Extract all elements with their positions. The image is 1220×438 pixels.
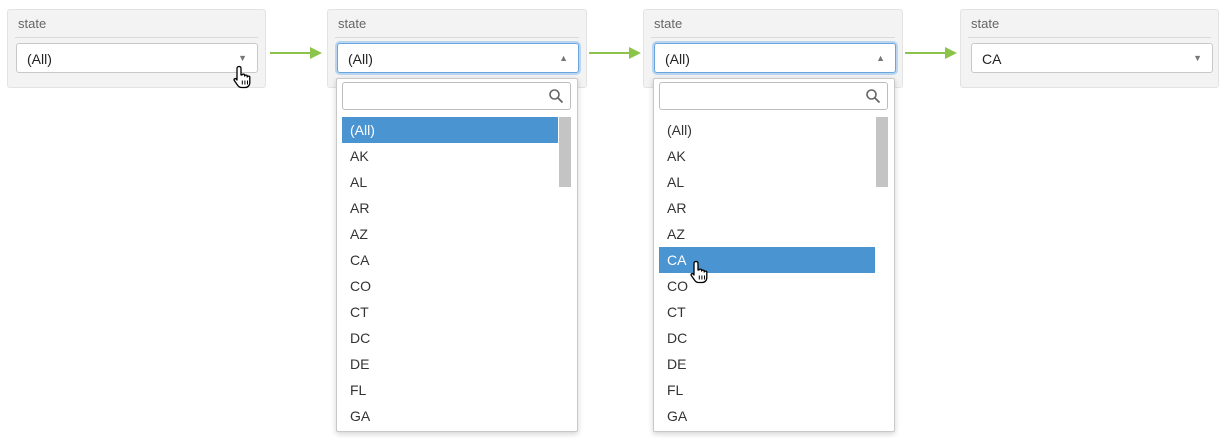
panel-label: state bbox=[971, 16, 1000, 31]
option-ak[interactable]: AK bbox=[342, 143, 558, 169]
option-ca[interactable]: CA bbox=[342, 247, 558, 273]
select-value: (All) bbox=[348, 51, 373, 67]
option-ar[interactable]: AR bbox=[342, 195, 558, 221]
search-icon bbox=[866, 89, 881, 104]
option-az[interactable]: AZ bbox=[342, 221, 558, 247]
state-dropdown-list: (All) AK AL AR AZ CA CO CT DC DE FL GA bbox=[336, 78, 578, 432]
option-all[interactable]: (All) bbox=[342, 117, 558, 143]
option-ar[interactable]: AR bbox=[659, 195, 875, 221]
state-select[interactable]: CA ▼ bbox=[971, 43, 1213, 73]
option-co[interactable]: CO bbox=[342, 273, 558, 299]
panel-divider bbox=[335, 37, 579, 38]
panel-divider bbox=[15, 37, 258, 38]
option-all[interactable]: (All) bbox=[659, 117, 875, 143]
option-ak[interactable]: AK bbox=[659, 143, 875, 169]
search-input[interactable] bbox=[342, 82, 571, 110]
search-input[interactable] bbox=[659, 82, 888, 110]
hand-pointer-cursor-icon bbox=[233, 65, 251, 89]
option-az[interactable]: AZ bbox=[659, 221, 875, 247]
caret-down-icon: ▼ bbox=[238, 53, 247, 63]
filter-panel-step-1: state (All) ▼ bbox=[7, 9, 266, 88]
option-al[interactable]: AL bbox=[659, 169, 875, 195]
select-value: (All) bbox=[27, 51, 52, 67]
option-ga[interactable]: GA bbox=[659, 403, 875, 429]
scrollbar-thumb[interactable] bbox=[559, 117, 571, 187]
caret-down-icon: ▼ bbox=[1193, 53, 1202, 63]
filter-panel-step-3: state (All) ▲ bbox=[643, 9, 903, 88]
option-de[interactable]: DE bbox=[659, 351, 875, 377]
right-arrow-icon bbox=[589, 47, 641, 59]
filter-panel-step-4: state CA ▼ bbox=[960, 9, 1219, 88]
right-arrow-icon bbox=[905, 47, 957, 59]
state-select[interactable]: (All) ▼ bbox=[16, 43, 258, 73]
option-ga[interactable]: GA bbox=[342, 403, 558, 429]
option-de[interactable]: DE bbox=[342, 351, 558, 377]
state-select[interactable]: (All) ▲ bbox=[337, 43, 579, 73]
filter-panel-step-2: state (All) ▲ bbox=[327, 9, 587, 88]
option-dc[interactable]: DC bbox=[659, 325, 875, 351]
search-icon bbox=[549, 89, 564, 104]
hand-pointer-cursor-icon bbox=[690, 260, 708, 284]
scrollbar-thumb[interactable] bbox=[876, 117, 888, 187]
scrollbar[interactable] bbox=[559, 117, 571, 427]
caret-up-icon: ▲ bbox=[876, 53, 885, 63]
panel-divider bbox=[651, 37, 895, 38]
right-arrow-icon bbox=[270, 47, 322, 59]
option-dc[interactable]: DC bbox=[342, 325, 558, 351]
option-fl[interactable]: FL bbox=[342, 377, 558, 403]
panel-label: state bbox=[18, 16, 47, 31]
state-select[interactable]: (All) ▲ bbox=[654, 43, 896, 73]
option-fl[interactable]: FL bbox=[659, 377, 875, 403]
select-value: CA bbox=[982, 51, 1002, 67]
panel-label: state bbox=[654, 16, 683, 31]
caret-up-icon: ▲ bbox=[559, 53, 568, 63]
option-ct[interactable]: CT bbox=[342, 299, 558, 325]
state-dropdown-list: (All) AK AL AR AZ CA CO CT DC DE FL GA bbox=[653, 78, 895, 432]
scrollbar[interactable] bbox=[876, 117, 888, 427]
option-al[interactable]: AL bbox=[342, 169, 558, 195]
panel-divider bbox=[968, 37, 1211, 38]
option-list: (All) AK AL AR AZ CA CO CT DC DE FL GA bbox=[342, 117, 558, 429]
panel-label: state bbox=[338, 16, 367, 31]
select-value: (All) bbox=[665, 51, 690, 67]
option-ct[interactable]: CT bbox=[659, 299, 875, 325]
